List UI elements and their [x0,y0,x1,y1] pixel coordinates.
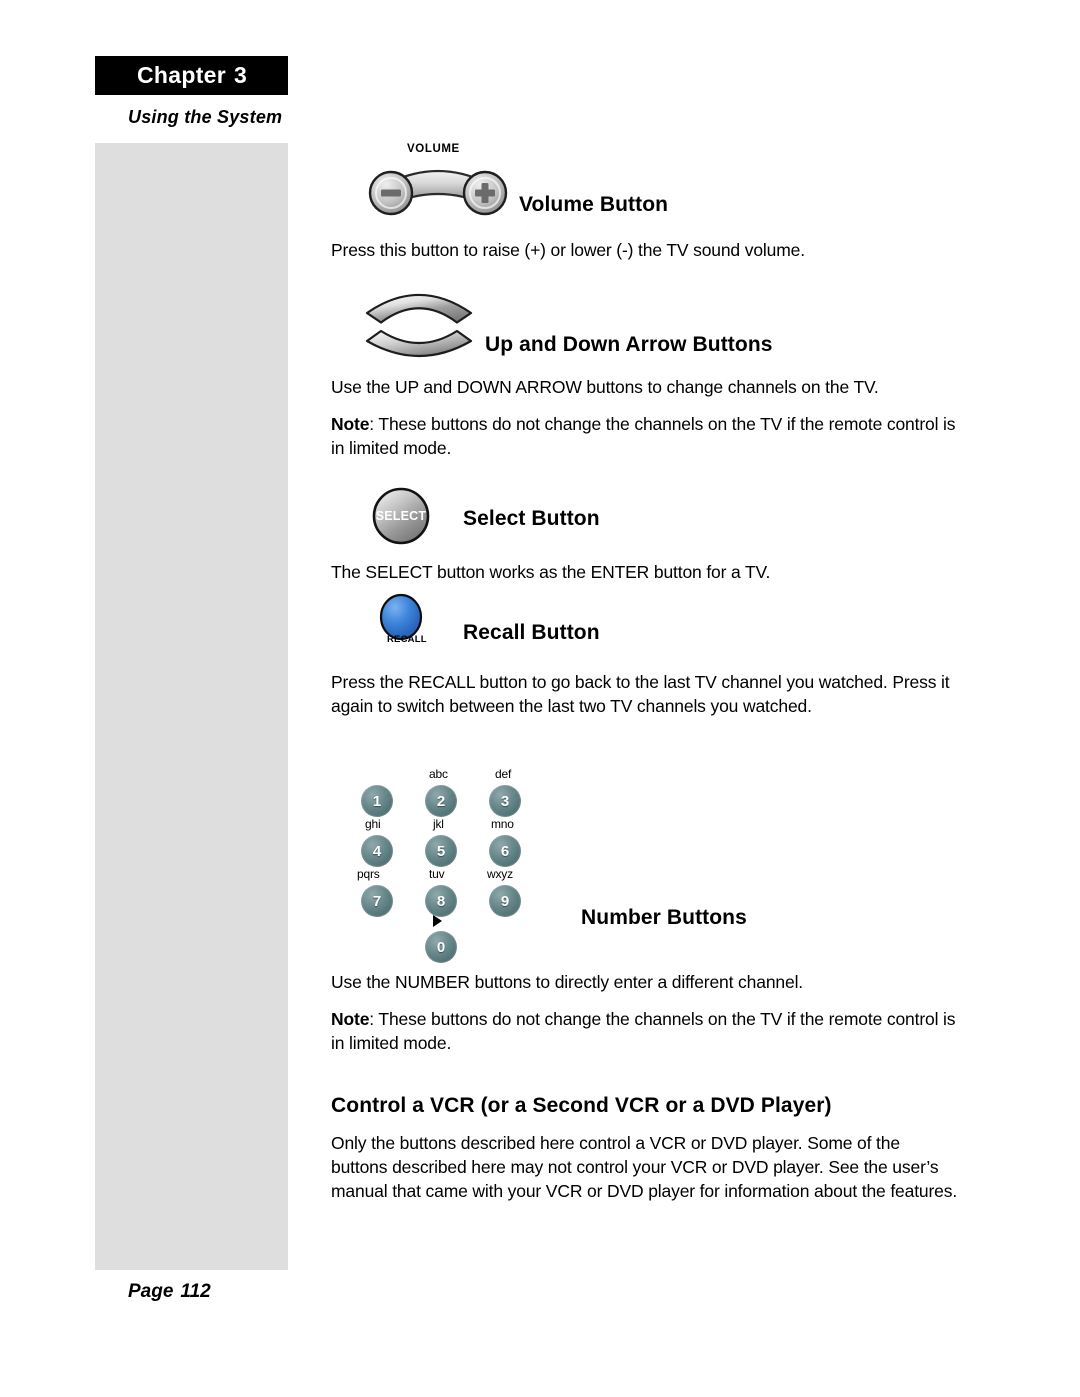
note-label-arrows: Note [331,414,370,434]
section-select: SELECT Select Button The SELECT button w… [331,463,971,593]
key-7[interactable]: 7 [361,885,393,917]
section-recall: RECALL Recall Button Press the RECALL bu… [331,593,971,753]
key-0[interactable]: 0 [425,931,457,963]
note-body-numbers: : These buttons do not change the channe… [331,1009,956,1053]
key-3-digit: 3 [500,792,510,810]
key-2-digit: 2 [436,792,446,810]
volume-button-graphic[interactable]: VOLUME [363,143,513,235]
key-6-digit: 6 [500,842,510,860]
section-arrows: Up and Down Arrow Buttons Use the UP and… [331,263,971,463]
key-4[interactable]: 4 [361,835,393,867]
arrow-buttons-graphic[interactable] [361,275,481,373]
number-keypad-graphic[interactable]: 1 2 abc 3 def 4 ghi 5 jkl 6 mno 7 pqrs 8… [357,763,557,963]
key-8-letters: tuv [429,867,445,881]
key-6-letters: mno [491,817,514,831]
body-select-button: The SELECT button works as the ENTER but… [331,562,771,582]
chapter-subtitle: Using the System [128,107,283,127]
body-recall-button: Press the RECALL button to go back to th… [331,672,950,716]
key-9-letters: wxyz [487,867,513,881]
key-1-digit: 1 [372,792,382,810]
chapter-label: Chapter [137,62,227,88]
page-number: 112 [180,1281,211,1302]
note-number-buttons: Note: These buttons do not change the ch… [331,1008,971,1056]
svg-text:SELECT: SELECT [376,509,427,523]
volume-rocker-icon [368,169,508,216]
key-3[interactable]: 3 [489,785,521,817]
note-arrow-buttons: Note: These buttons do not change the ch… [331,413,971,461]
heading-control-vcr: Control a VCR (or a Second VCR or a DVD … [331,1094,832,1117]
key-9-digit: 9 [500,892,510,910]
body-number-buttons: Use the NUMBER buttons to directly enter… [331,972,804,992]
select-button-icon: SELECT [372,487,430,545]
heading-recall-button: Recall Button [463,621,600,644]
up-down-arrow-icon [365,294,473,357]
volume-graphic-label: VOLUME [407,143,460,155]
key-4-digit: 4 [372,842,382,860]
heading-select-button: Select Button [463,507,600,530]
key-5[interactable]: 5 [425,835,457,867]
recall-button-icon [379,593,423,641]
page-footer: Page 112 [128,1281,211,1303]
page-label: Page [128,1281,174,1302]
key-6[interactable]: 6 [489,835,521,867]
section-numbers: 1 2 abc 3 def 4 ghi 5 jkl 6 mno 7 pqrs 8… [331,753,971,1053]
key-5-digit: 5 [436,842,446,860]
body-volume-button: Press this button to raise (+) or lower … [331,240,805,260]
content-column: VOLUME Volume Button Press this button t… [331,143,971,1254]
play-triangle-icon [433,915,442,927]
key-3-letters: def [495,767,512,781]
chapter-header-bar: Chapter 3 [95,56,288,95]
key-1[interactable]: 1 [361,785,393,817]
key-7-digit: 7 [372,892,382,910]
heading-number-buttons: Number Buttons [581,906,747,929]
sidebar-gray-block [95,143,288,1270]
key-5-letters: jkl [433,817,444,831]
key-0-digit: 0 [436,938,446,956]
recall-button-graphic[interactable]: RECALL [371,593,463,655]
section-vcr: Control a VCR (or a Second VCR or a DVD … [331,1094,971,1254]
key-8-digit: 8 [436,892,446,910]
heading-arrow-buttons: Up and Down Arrow Buttons [485,333,773,356]
note-body-arrows: : These buttons do not change the channe… [331,414,956,458]
select-button-graphic[interactable]: SELECT [371,485,463,547]
key-8[interactable]: 8 [425,885,457,917]
body-arrow-buttons: Use the UP and DOWN ARROW buttons to cha… [331,377,879,397]
section-volume: VOLUME Volume Button Press this button t… [331,143,971,263]
key-2[interactable]: 2 [425,785,457,817]
key-9[interactable]: 9 [489,885,521,917]
body-control-vcr: Only the buttons described here control … [331,1133,958,1201]
key-7-letters: pqrs [357,867,380,881]
note-label-numbers: Note [331,1009,370,1029]
heading-volume-button: Volume Button [519,193,669,216]
recall-graphic-label: RECALL [387,634,427,645]
chapter-number: 3 [234,62,247,88]
key-4-letters: ghi [365,817,381,831]
key-2-letters: abc [429,767,448,781]
